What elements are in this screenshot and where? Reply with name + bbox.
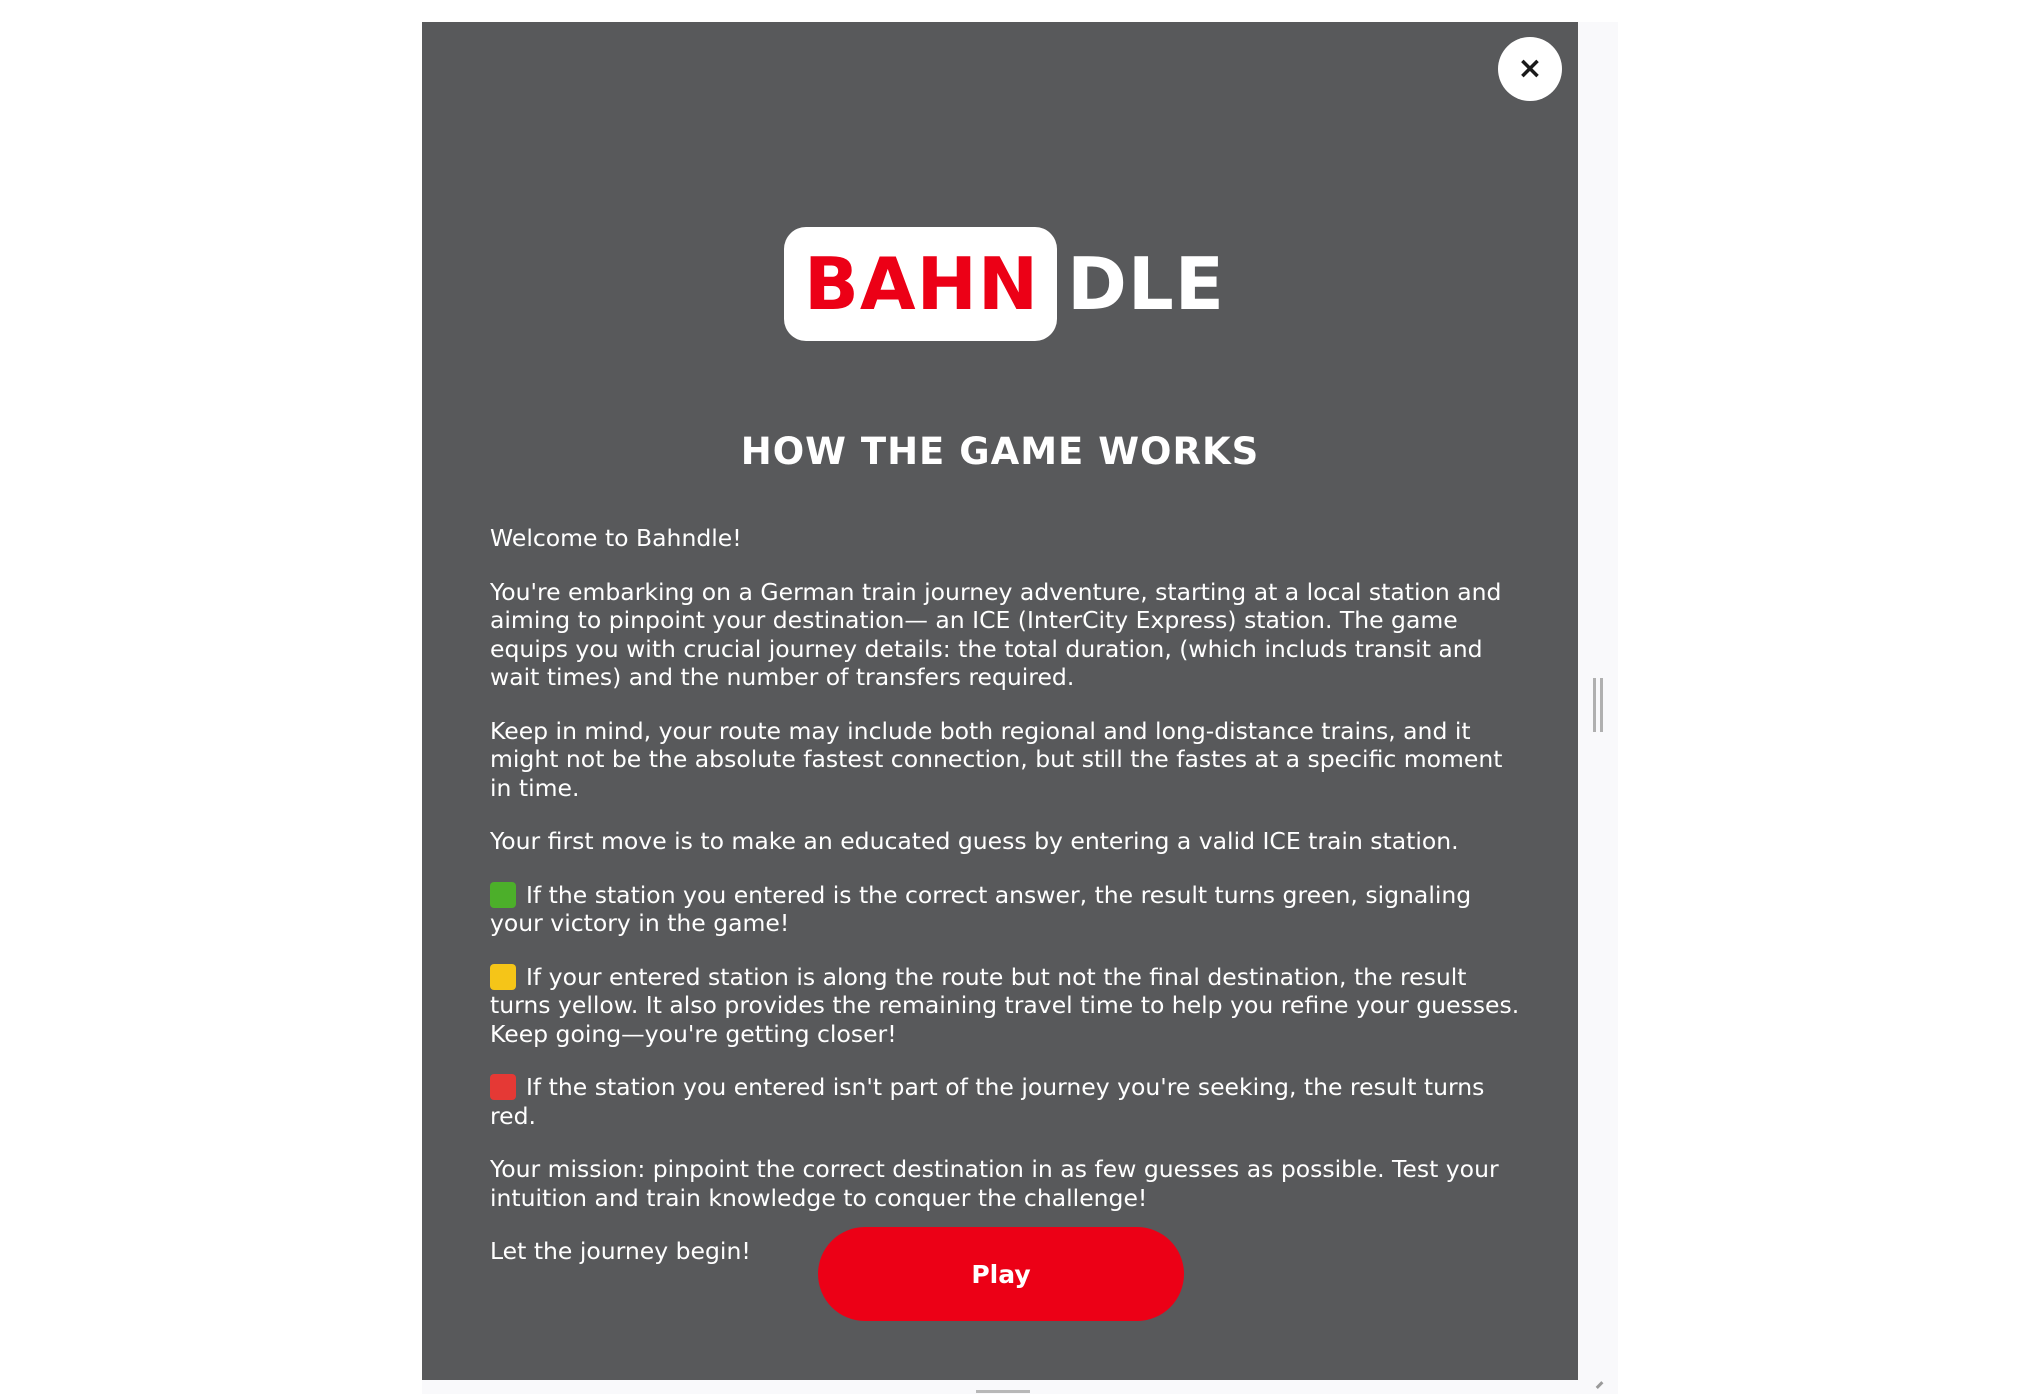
paragraph-mission: Your mission: pinpoint the correct desti… — [490, 1155, 1499, 1212]
bottom-drag-handle[interactable] — [976, 1390, 1030, 1393]
green-rule-text: If the station you entered is the correc… — [490, 880, 1472, 938]
green-square-icon — [490, 881, 516, 908]
red-square-icon — [490, 1074, 516, 1100]
paragraph-green: If the station you entered is the correc… — [490, 881, 1520, 938]
close-button[interactable]: × — [1498, 37, 1562, 101]
resize-handle-bar — [1600, 678, 1603, 732]
yellow-rule-text: If your entered station is along the rou… — [490, 962, 1520, 1048]
modal-title: HOW THE GAME WORKS — [740, 430, 1260, 473]
paragraph-first-move: Your first move is to make an educated g… — [490, 827, 1459, 855]
logo-text-red: BAHN — [804, 242, 1040, 326]
paragraph-route-note: Keep in mind, your route may include bot… — [490, 716, 1503, 802]
page: × BAHN DLE HOW THE GAME WORKS Welcome to… — [0, 0, 2036, 1399]
play-button[interactable]: Play — [818, 1227, 1184, 1321]
logo-badge: BAHN — [784, 227, 1058, 341]
instructions: Welcome to Bahndle! You're embarking on … — [490, 524, 1520, 1291]
paragraph-red: If the station you entered isn't part of… — [490, 1073, 1520, 1130]
paragraph-yellow: If your entered station is along the rou… — [490, 963, 1520, 1049]
red-rule-text: If the station you entered isn't part of… — [490, 1073, 1485, 1130]
logo-text-white: DLE — [1067, 242, 1225, 326]
bahndle-logo: BAHN DLE — [784, 227, 1225, 341]
paragraph-welcome: Welcome to Bahndle! — [490, 524, 742, 552]
resize-handle[interactable] — [1593, 678, 1605, 732]
yellow-square-icon — [490, 963, 516, 990]
how-to-play-modal: × BAHN DLE HOW THE GAME WORKS Welcome to… — [422, 22, 1578, 1380]
resize-handle-bar — [1593, 678, 1596, 732]
close-icon: × — [1517, 51, 1543, 86]
paragraph-intro: You're embarking on a German train journ… — [490, 577, 1502, 692]
